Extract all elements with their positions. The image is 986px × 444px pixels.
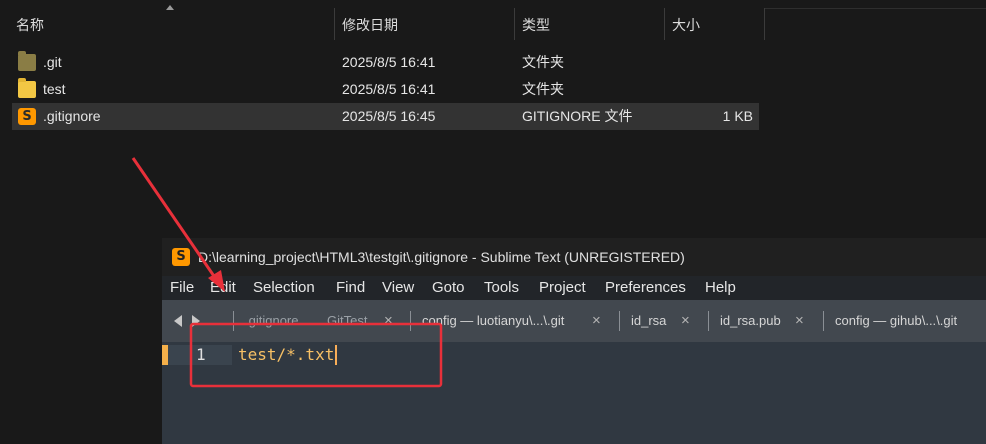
close-icon[interactable]: × [795,307,804,335]
sublime-file-icon: S [18,108,36,125]
arrow-right-icon[interactable] [192,315,200,327]
file-name: .git [43,54,62,70]
column-size-label: 大小 [672,17,700,33]
menu-view[interactable]: View [382,276,414,300]
close-icon[interactable]: × [592,307,601,335]
code-text: test/*.txt [238,345,335,364]
tab-divider [823,311,824,331]
tab-divider [233,311,234,331]
menu-preferences[interactable]: Preferences [605,276,686,300]
window-title: D:\learning_project\HTML3\testgit\.gitig… [198,249,685,265]
tab-label: .gitignore [245,313,299,328]
menu-file[interactable]: File [170,276,194,300]
code-editor[interactable]: 1 test/*.txt [162,342,986,444]
window-titlebar[interactable]: S D:\learning_project\HTML3\testgit\.git… [162,238,986,276]
tab-id-rsa-pub[interactable]: id_rsa.pub × [708,307,804,335]
menu-selection[interactable]: Selection [253,276,315,300]
file-date: 2025/8/5 16:41 [342,54,436,70]
menu-help[interactable]: Help [705,276,736,300]
tab-gitignore[interactable]: .gitignore [233,307,299,335]
tab-id-rsa[interactable]: id_rsa × [619,307,690,335]
file-type: GITIGNORE 文件 [522,108,633,124]
close-icon[interactable]: × [384,307,393,335]
code-line[interactable]: test/*.txt [238,345,338,365]
tab-divider [708,311,709,331]
menu-bar: File Edit Selection Find View Goto Tools… [162,276,986,300]
line-number: 1 [196,345,206,364]
file-row-gitignore[interactable]: S .gitignore 2025/8/5 16:45 GITIGNORE 文件… [12,103,759,130]
file-name: .gitignore [43,108,101,124]
header-divider-line [765,8,986,9]
column-header-size[interactable]: 大小 [664,0,764,40]
tab-config-gihub[interactable]: config — gihub\...\.git [823,307,958,335]
file-type: 文件夹 [522,54,564,70]
menu-tools[interactable]: Tools [484,276,519,300]
file-row-test[interactable]: test 2025/8/5 16:41 文件夹 [12,76,759,103]
folder-icon [18,78,36,98]
tab-gittest[interactable]: GitTest × [327,307,393,335]
sort-ascending-icon [166,5,174,13]
file-date: 2025/8/5 16:41 [342,81,436,97]
menu-find[interactable]: Find [336,276,365,300]
tab-bar: .gitignore GitTest × config — luotianyu\… [162,300,986,342]
tab-label: config — luotianyu\...\.git [422,313,565,328]
column-date-label: 修改日期 [342,17,398,33]
tab-divider [619,311,620,331]
column-header-date[interactable]: 修改日期 [334,0,514,40]
folder-icon [18,51,36,71]
tab-label: id_rsa [631,313,667,328]
column-name-label: 名称 [16,17,44,33]
file-size: 1 KB [722,108,753,124]
sublime-text-window: S D:\learning_project\HTML3\testgit\.git… [162,238,986,444]
tab-divider [410,311,411,331]
file-row-git[interactable]: .git 2025/8/5 16:41 文件夹 [12,49,759,76]
menu-goto[interactable]: Goto [432,276,465,300]
tab-config-luotianyu[interactable]: config — luotianyu\...\.git × [410,307,601,335]
sublime-app-icon: S [172,248,190,266]
close-icon[interactable]: × [681,307,690,335]
column-divider[interactable] [764,8,765,40]
tab-label: GitTest [327,313,368,328]
column-type-label: 类型 [522,17,550,33]
menu-edit[interactable]: Edit [210,276,236,300]
column-header-type[interactable]: 类型 [514,0,664,40]
file-date: 2025/8/5 16:45 [342,108,436,124]
menu-project[interactable]: Project [539,276,586,300]
text-cursor [335,345,338,365]
arrow-left-icon[interactable] [174,315,182,327]
tab-label: id_rsa.pub [720,313,781,328]
tab-label: config — gihub\...\.git [835,313,958,328]
column-header-bar: 名称 修改日期 类型 大小 [0,0,986,45]
file-name: test [43,81,66,97]
tab-navigation [174,313,214,329]
file-type: 文件夹 [522,81,564,97]
